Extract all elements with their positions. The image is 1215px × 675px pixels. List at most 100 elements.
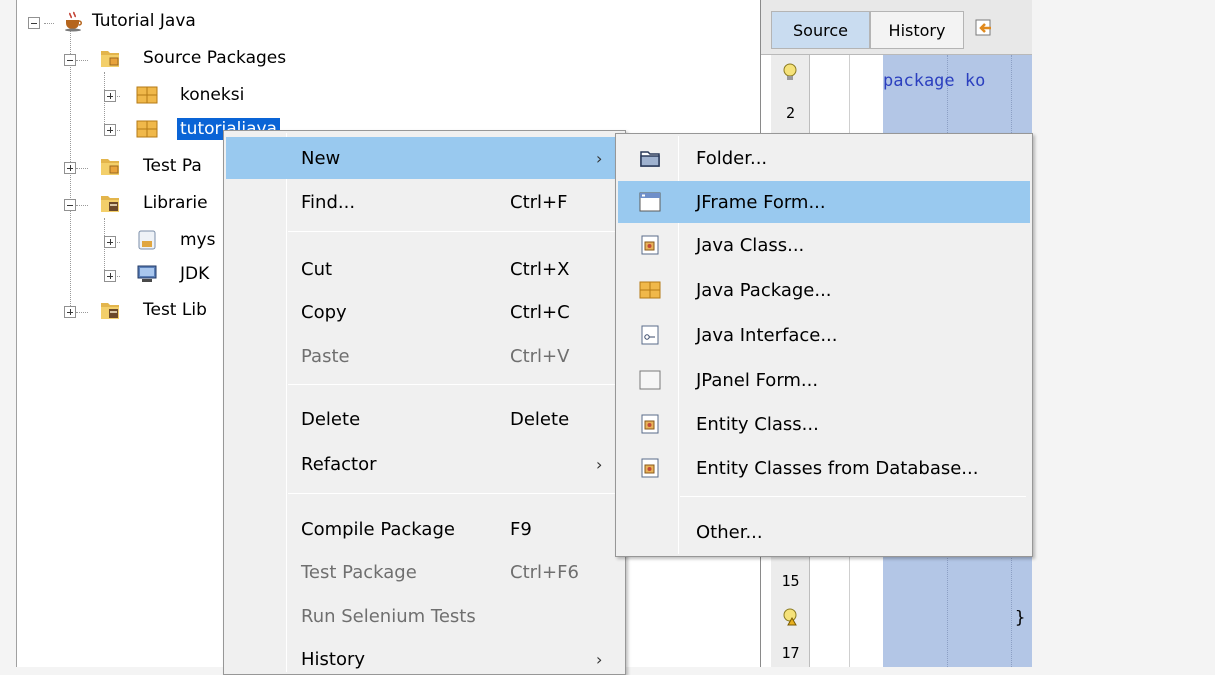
expand-toggle-koneksi[interactable] [104, 90, 116, 102]
menu-item-shortcut: Ctrl+F6 [510, 561, 579, 583]
submenu-item-java-class[interactable]: Java Class... [618, 224, 1030, 266]
menu-item-label: Java Class... [696, 234, 805, 256]
menu-item-label: JFrame Form... [696, 191, 826, 213]
package-icon [136, 118, 158, 140]
expand-toggle-mysql[interactable] [104, 236, 116, 248]
menu-item-refactor[interactable]: Refactor › [226, 443, 623, 485]
tree-guide [76, 312, 88, 313]
menu-item-paste[interactable]: Paste Ctrl+V [226, 335, 623, 377]
menu-item-label: Java Interface... [696, 324, 838, 346]
menu-item-label: New [301, 147, 341, 169]
menu-separator [288, 493, 617, 494]
tree-guide [104, 218, 105, 278]
menu-separator [680, 496, 1026, 497]
jar-icon [136, 229, 158, 251]
jdk-computer-icon [136, 263, 158, 285]
menu-item-run-selenium-tests[interactable]: Run Selenium Tests [226, 595, 623, 637]
java-class-icon [639, 234, 661, 256]
package-keyword-line: package ko [883, 71, 986, 91]
expand-toggle-test-packages[interactable] [64, 162, 76, 174]
test-libraries-folder-icon [99, 299, 121, 321]
menu-item-shortcut: Ctrl+F [510, 191, 568, 213]
tab-history[interactable]: History [870, 11, 964, 49]
menu-item-new[interactable]: New › [226, 137, 623, 179]
menu-item-copy[interactable]: Copy Ctrl+C [226, 291, 623, 333]
expand-toggle-test-libraries[interactable] [64, 306, 76, 318]
package-icon [136, 84, 158, 106]
folder-icon [639, 147, 661, 169]
tree-guide [76, 60, 88, 61]
back-arrow-icon [974, 18, 994, 42]
menu-separator [288, 384, 617, 385]
menu-item-shortcut: Delete [510, 408, 570, 430]
menu-item-shortcut: Ctrl+X [510, 258, 570, 280]
tree-node-test-packages[interactable]: Test Pa [140, 154, 205, 178]
entity-classes-icon [639, 457, 661, 479]
collapse-toggle-libraries[interactable] [64, 199, 76, 211]
tree-guide [104, 72, 105, 132]
interface-icon [639, 324, 661, 346]
coffee-cup-icon [63, 10, 85, 32]
warning-bulb-icon [782, 608, 800, 632]
menu-item-label: Other... [696, 521, 763, 543]
tree-node-label: Librarie [143, 193, 208, 213]
tree-node-jdk[interactable]: JDK [177, 262, 212, 286]
package-icon [639, 279, 661, 301]
tree-node-label: Tutorial Java [92, 11, 196, 31]
editor-toolbar: Source History [761, 0, 1033, 55]
tree-node-koneksi[interactable]: koneksi [177, 83, 247, 107]
menu-item-label: History [301, 648, 366, 670]
submenu-item-entity-class[interactable]: Entity Class... [618, 403, 1030, 445]
tree-node-project[interactable]: Tutorial Java [89, 9, 199, 33]
tree-guide [44, 23, 54, 24]
submenu-arrow-icon: › [596, 649, 603, 669]
submenu-arrow-icon: › [596, 148, 603, 168]
collapse-toggle-source-packages[interactable] [64, 54, 76, 66]
package-context-menu: New › Find... Ctrl+F Cut Ctrl+X Copy Ctr… [223, 130, 626, 675]
menu-item-shortcut: Ctrl+V [510, 345, 570, 367]
submenu-arrow-icon: › [596, 454, 603, 474]
menu-item-label: Test Package [301, 561, 417, 583]
entity-class-icon [639, 413, 661, 435]
menu-item-compile-package[interactable]: Compile Package F9 [226, 508, 623, 550]
expand-toggle-tutorialjava[interactable] [104, 124, 116, 136]
new-submenu: Folder... JFrame Form... Java Class... J… [615, 133, 1033, 557]
menu-item-label: Copy [301, 301, 347, 323]
menu-item-label: Refactor [301, 453, 377, 475]
tree-node-label: Test Pa [143, 156, 202, 176]
menu-item-shortcut: F9 [510, 518, 532, 540]
submenu-item-java-interface[interactable]: Java Interface... [618, 314, 1030, 356]
tree-node-source-packages[interactable]: Source Packages [140, 46, 289, 70]
source-packages-folder-icon [99, 47, 121, 69]
go-to-source-button[interactable] [969, 11, 999, 49]
menu-item-cut[interactable]: Cut Ctrl+X [226, 248, 623, 290]
tree-node-libraries[interactable]: Librarie [140, 191, 211, 215]
menu-item-test-package[interactable]: Test Package Ctrl+F6 [226, 551, 623, 593]
submenu-item-folder[interactable]: Folder... [618, 137, 1030, 179]
submenu-item-entity-classes-from-database[interactable]: Entity Classes from Database... [618, 447, 1030, 489]
tree-guide [76, 205, 88, 206]
menu-item-find[interactable]: Find... Ctrl+F [226, 181, 623, 223]
submenu-item-other[interactable]: Other... [618, 511, 1030, 553]
tab-source[interactable]: Source [771, 11, 870, 49]
closing-brace: } [1015, 608, 1026, 628]
submenu-item-jpanel-form[interactable]: JPanel Form... [618, 359, 1030, 401]
jframe-window-icon [639, 191, 661, 213]
menu-item-label: Compile Package [301, 518, 455, 540]
menu-item-label: Delete [301, 408, 361, 430]
menu-item-label: Find... [301, 191, 356, 213]
menu-item-label: Folder... [696, 147, 768, 169]
hint-bulb-icon [782, 63, 798, 87]
expand-toggle-jdk[interactable] [104, 270, 116, 282]
tree-node-test-libraries[interactable]: Test Lib [140, 298, 210, 322]
menu-item-label: Paste [301, 345, 350, 367]
tree-node-mysql[interactable]: mys [177, 228, 218, 252]
submenu-item-jframe-form[interactable]: JFrame Form... [618, 181, 1030, 223]
menu-item-history[interactable]: History › [226, 638, 623, 675]
collapse-toggle-project[interactable] [28, 17, 40, 29]
menu-item-delete[interactable]: Delete Delete [226, 398, 623, 440]
tree-guide [76, 168, 88, 169]
test-packages-folder-icon [99, 155, 121, 177]
libraries-folder-icon [99, 192, 121, 214]
submenu-item-java-package[interactable]: Java Package... [618, 269, 1030, 311]
